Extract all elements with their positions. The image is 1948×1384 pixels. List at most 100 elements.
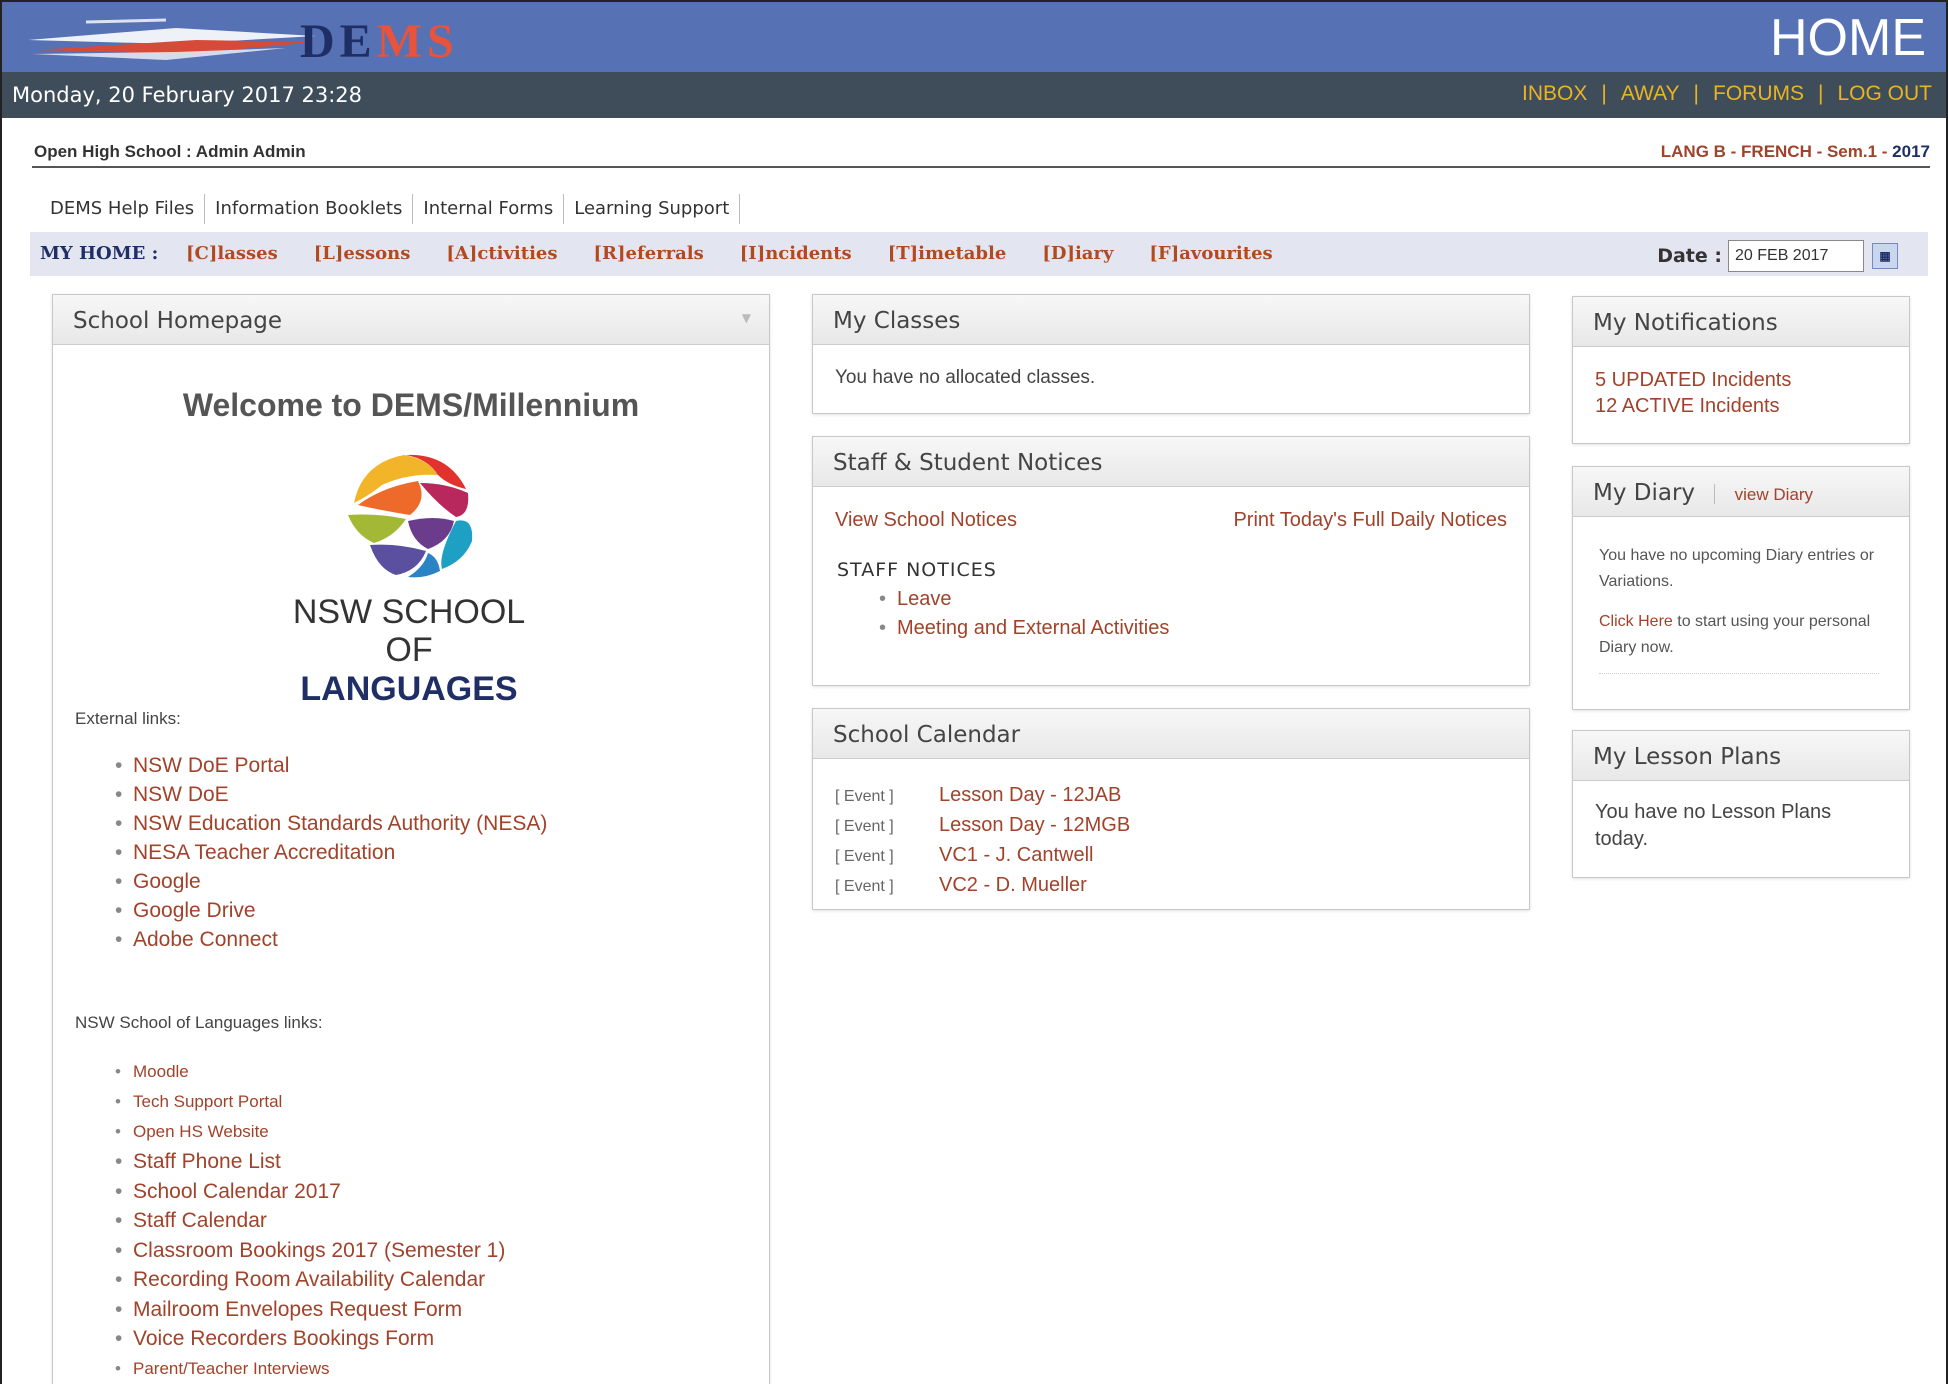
event-tag: [ Event ] [835, 818, 894, 835]
diary-cta: Click Here to start using your personal … [1599, 609, 1889, 661]
link-nsw-doe[interactable]: NSW DoE [133, 783, 229, 806]
nav-links: [C]lasses [L]essons [A]ctivities [R]efer… [186, 243, 1309, 264]
calendar-event-row: [ Event ] Lesson Day - 12MGB [835, 811, 1130, 841]
panel-title: My Notifications [1593, 310, 1778, 336]
panel-header: My Lesson Plans [1573, 731, 1909, 781]
nsw-languages-logo[interactable]: NSW SCHOOL OF LANGUAGES [278, 445, 540, 708]
tab-help-files[interactable]: DEMS Help Files [40, 194, 206, 224]
course-name: LANG B - FRENCH - Sem.1 - [1660, 142, 1893, 161]
school-user-name: Open High School : Admin Admin [34, 142, 306, 161]
link-nsw-doe-portal[interactable]: NSW DoE Portal [133, 754, 289, 777]
panel-title: My Diary [1593, 480, 1696, 506]
notifications-panel: My Notifications 5 UPDATED Incidents 12 … [1572, 296, 1910, 444]
inbox-link[interactable]: INBOX [1522, 82, 1587, 105]
link-staff-phone-list[interactable]: Staff Phone List [133, 1150, 281, 1173]
panel-title: My Lesson Plans [1593, 744, 1782, 770]
link-mailroom-envelopes[interactable]: Mailroom Envelopes Request Form [133, 1298, 462, 1321]
logout-link[interactable]: LOG OUT [1837, 82, 1932, 105]
active-incidents-link[interactable]: 12 ACTIVE Incidents [1595, 395, 1780, 417]
nav-activities[interactable]: [A]ctivities [446, 243, 557, 264]
separator: | [1601, 82, 1607, 105]
nsw-links-label: NSW School of Languages links: [75, 1013, 323, 1032]
list-item: Moodle [111, 1057, 505, 1087]
current-course[interactable]: LANG B - FRENCH - Sem.1 - 2017 [1661, 142, 1930, 162]
diary-body: You have no upcoming Diary entries or Va… [1599, 543, 1889, 674]
no-classes-text: You have no allocated classes. [835, 367, 1096, 388]
nav-classes[interactable]: [C]lasses [186, 243, 278, 264]
diary-click-here-link[interactable]: Click Here [1599, 613, 1673, 630]
panel-header: School Homepage ▼ [53, 295, 769, 345]
nav-label: MY HOME : [40, 243, 159, 264]
diary-divider [1599, 673, 1879, 674]
brand-prefix: DE [300, 15, 377, 68]
calendar-icon[interactable]: ▦ [1872, 243, 1898, 269]
my-home-nav: MY HOME : [C]lasses [L]essons [A]ctiviti… [30, 232, 1928, 276]
link-nesa[interactable]: NSW Education Standards Authority (NESA) [133, 812, 547, 835]
nav-incidents[interactable]: [I]ncidents [740, 243, 852, 264]
panel-header: My Notifications [1573, 297, 1909, 347]
notices-panel: Staff & Student Notices View School Noti… [812, 436, 1530, 686]
view-school-notices-link[interactable]: View School Notices [835, 509, 1017, 532]
brand-title: DEMS [300, 14, 459, 69]
list-item: Google Drive [111, 896, 547, 925]
nav-timetable[interactable]: [T]imetable [888, 243, 1007, 264]
panel-header: My Diary view Diary [1573, 467, 1909, 517]
nav-diary[interactable]: [D]iary [1042, 243, 1113, 264]
updated-incidents-link[interactable]: 5 UPDATED Incidents [1595, 369, 1791, 391]
list-item: NSW Education Standards Authority (NESA) [111, 809, 547, 838]
separator: | [1818, 82, 1824, 105]
forums-link[interactable]: FORUMS [1713, 82, 1804, 105]
staff-notices-heading: STAFF NOTICES [837, 559, 997, 581]
date-bar: Monday, 20 February 2017 23:28 INBOX | AWA… [2, 72, 1946, 118]
nav-referrals[interactable]: [R]eferrals [594, 243, 704, 264]
school-info-line: Open High School : Admin Admin LANG B - … [32, 138, 1930, 168]
logo-text-line1: NSW SCHOOL [292, 593, 526, 631]
view-diary-link[interactable]: view Diary [1735, 485, 1813, 504]
link-parent-teacher[interactable]: Parent/Teacher Interviews [133, 1359, 330, 1378]
event-tag: [ Event ] [835, 878, 894, 895]
event-link[interactable]: VC2 - D. Mueller [939, 874, 1087, 896]
link-open-hs-website[interactable]: Open HS Website [133, 1122, 269, 1141]
link-google-drive[interactable]: Google Drive [133, 899, 256, 922]
date-label: Date : [1657, 245, 1722, 267]
panel-title: School Homepage [73, 308, 283, 334]
link-voice-recorders[interactable]: Voice Recorders Bookings Form [133, 1327, 434, 1350]
course-year: 2017 [1892, 142, 1930, 161]
notice-leave-link[interactable]: Leave [897, 588, 952, 610]
notifications-list: 5 UPDATED Incidents 12 ACTIVE Incidents [1573, 347, 1909, 439]
nsw-links-list: Moodle Tech Support Portal Open HS Websi… [111, 1057, 505, 1384]
link-staff-calendar[interactable]: Staff Calendar [133, 1209, 267, 1232]
event-link[interactable]: Lesson Day - 12MGB [939, 814, 1130, 836]
event-link[interactable]: VC1 - J. Cantwell [939, 844, 1094, 866]
link-google[interactable]: Google [133, 870, 201, 893]
collapse-arrow-icon[interactable]: ▼ [742, 311, 751, 325]
event-tag: [ Event ] [835, 788, 894, 805]
external-links-list: NSW DoE Portal NSW DoE NSW Education Sta… [111, 751, 547, 954]
tab-learning-support[interactable]: Learning Support [564, 194, 741, 224]
tab-internal-forms[interactable]: Internal Forms [413, 194, 565, 224]
link-tech-support[interactable]: Tech Support Portal [133, 1092, 282, 1111]
link-nesa-accreditation[interactable]: NESA Teacher Accreditation [133, 841, 395, 864]
welcome-heading: Welcome to DEMS/Millennium [182, 387, 640, 423]
link-school-calendar[interactable]: School Calendar 2017 [133, 1180, 341, 1203]
tab-information-booklets[interactable]: Information Booklets [205, 194, 414, 224]
print-daily-notices-link[interactable]: Print Today's Full Daily Notices [1233, 509, 1507, 532]
panel-title: School Calendar [833, 722, 1021, 748]
away-link[interactable]: AWAY [1621, 82, 1680, 105]
list-item: Staff Calendar [111, 1206, 505, 1236]
school-homepage-panel: School Homepage ▼ Welcome to DEMS/Millen… [52, 294, 770, 1384]
nav-favourites[interactable]: [F]avourites [1149, 243, 1272, 264]
link-moodle[interactable]: Moodle [133, 1062, 189, 1081]
link-classroom-bookings[interactable]: Classroom Bookings 2017 (Semester 1) [133, 1239, 505, 1262]
calendar-event-row: [ Event ] VC2 - D. Mueller [835, 871, 1130, 901]
list-item: NSW DoE Portal [111, 751, 547, 780]
link-adobe-connect[interactable]: Adobe Connect [133, 928, 278, 951]
link-recording-room[interactable]: Recording Room Availability Calendar [133, 1268, 485, 1291]
event-link[interactable]: Lesson Day - 12JAB [939, 784, 1121, 806]
notice-meeting-link[interactable]: Meeting and External Activities [897, 617, 1169, 639]
calendar-events: [ Event ] Lesson Day - 12JAB [ Event ] Les… [835, 781, 1130, 901]
panel-header: My Classes [813, 295, 1529, 345]
date-input[interactable] [1728, 240, 1864, 272]
nav-lessons[interactable]: [L]essons [314, 243, 411, 264]
page-frame: DEMS HOME Monday, 20 February 2017 23:28… [0, 0, 1948, 1384]
